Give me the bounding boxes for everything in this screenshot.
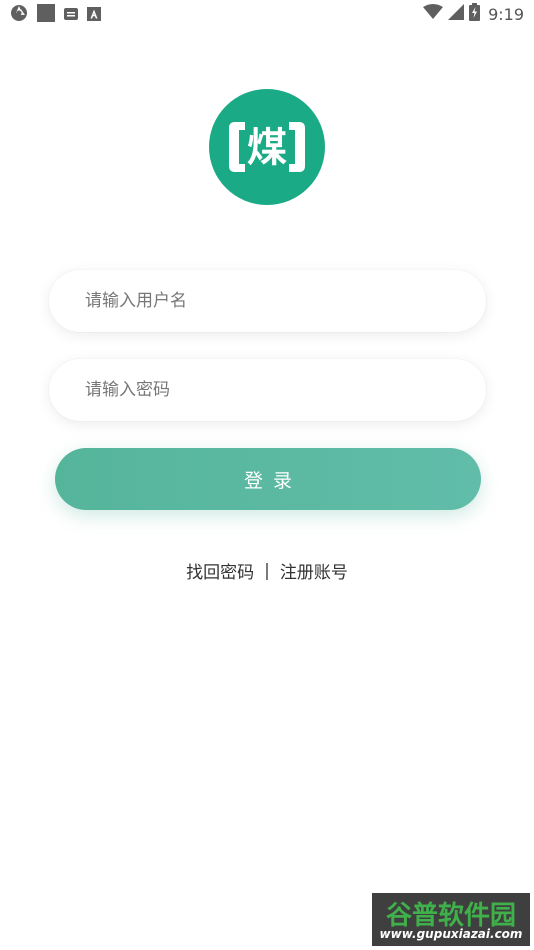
logo-glyph: 煤 bbox=[247, 125, 287, 171]
account-links: 找回密码 | 注册账号 bbox=[0, 558, 534, 584]
font-a-icon bbox=[87, 6, 101, 25]
username-field[interactable] bbox=[49, 270, 486, 332]
password-field[interactable] bbox=[49, 359, 486, 421]
watermark-url: www.gupuxiazai.com bbox=[379, 927, 523, 941]
wifi-icon bbox=[423, 4, 444, 24]
aperture-icon bbox=[10, 4, 28, 26]
links-separator: | bbox=[264, 560, 270, 581]
status-bar: 9:19 bbox=[0, 0, 534, 28]
signal-icon bbox=[448, 4, 465, 24]
status-time: 9:19 bbox=[488, 4, 524, 24]
watermark: 谷普软件园 www.gupuxiazai.com bbox=[372, 893, 530, 946]
app-logo: 煤 bbox=[209, 89, 325, 205]
square-icon bbox=[37, 4, 55, 26]
password-input[interactable] bbox=[49, 359, 486, 421]
status-bar-right-icons: 9:19 bbox=[423, 3, 524, 25]
login-button[interactable]: 登录 bbox=[55, 448, 481, 510]
status-bar-left-icons bbox=[10, 4, 101, 26]
register-link[interactable]: 注册账号 bbox=[280, 558, 348, 583]
username-input[interactable] bbox=[49, 270, 486, 332]
battery-icon bbox=[469, 3, 481, 25]
forgot-password-link[interactable]: 找回密码 bbox=[186, 558, 254, 583]
notification-icon bbox=[64, 6, 78, 25]
